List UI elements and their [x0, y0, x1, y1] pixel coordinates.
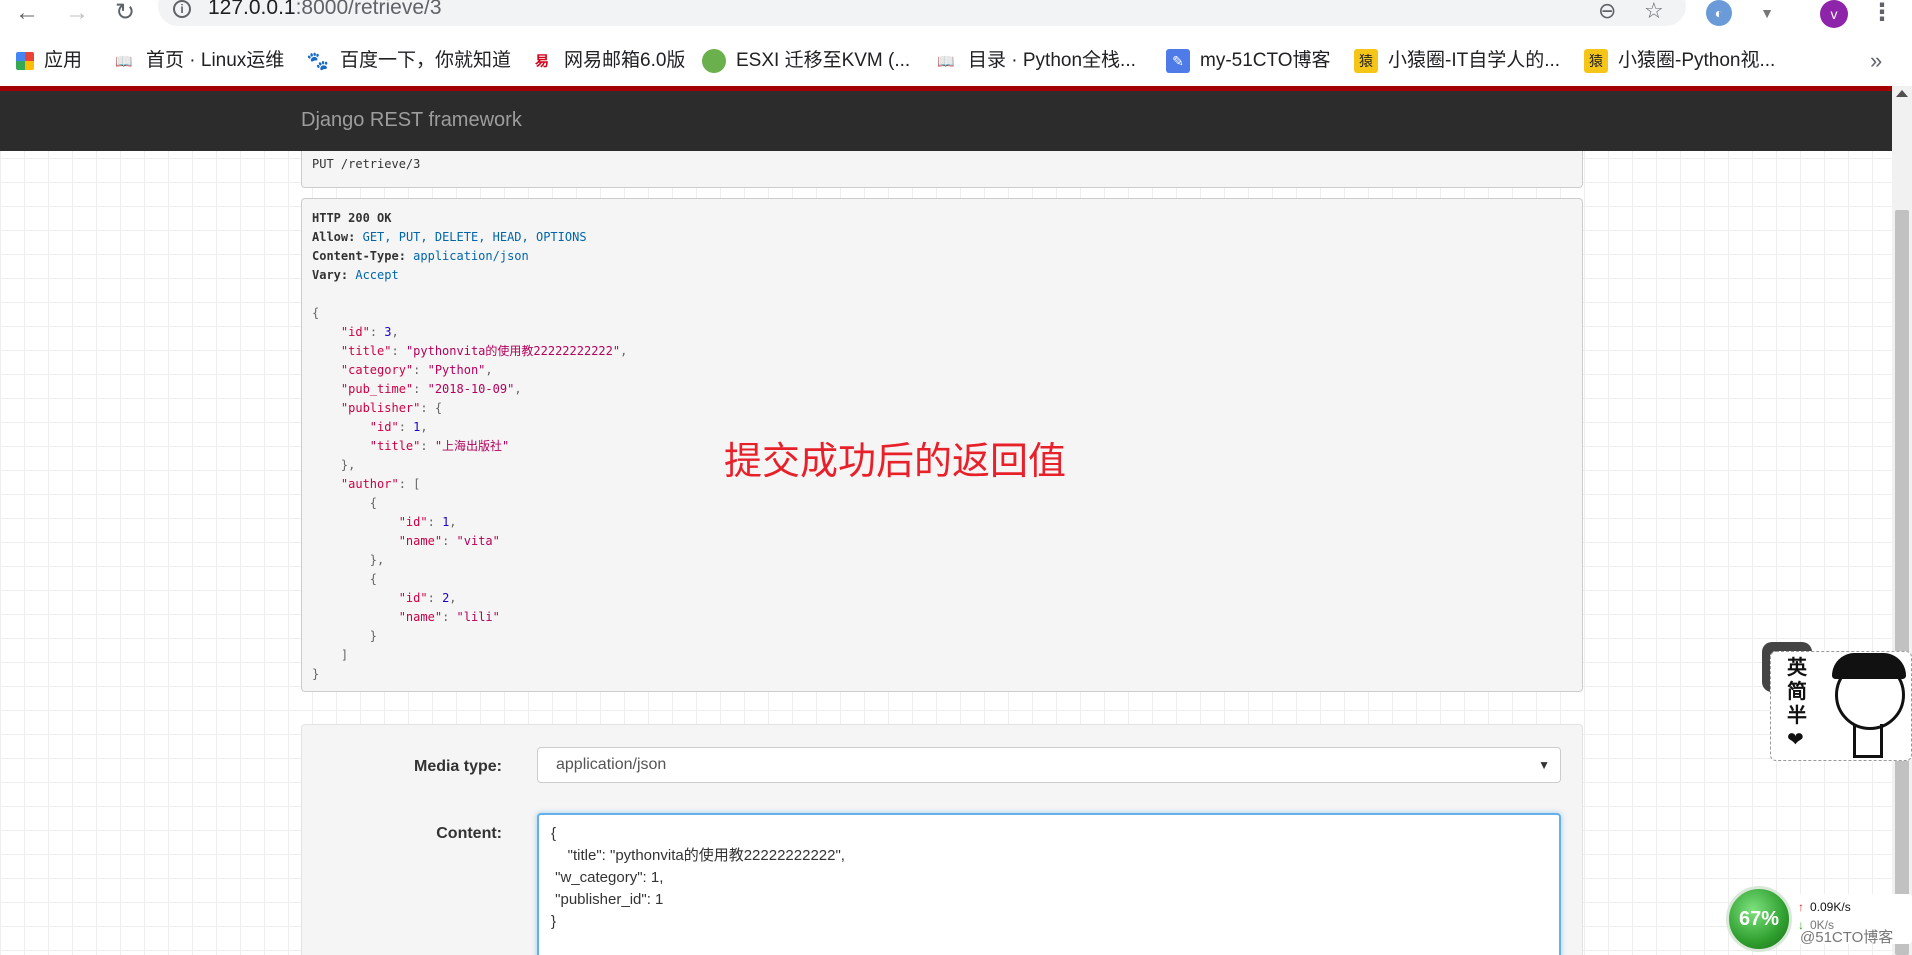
bookmark-baidu[interactable]: 🐾 百度一下，你就知道 [306, 48, 511, 74]
forward-arrow-icon[interactable]: → [62, 0, 92, 26]
upload-speed: ↑ 0.09K/s [1798, 900, 1851, 914]
bookmark-esxi[interactable]: ESXI 迁移至KVM (... [702, 48, 910, 74]
bookmark-ape-it[interactable]: 猿小猿圈-IT自学人的... [1354, 48, 1560, 74]
cartoon-face-icon [1832, 653, 1906, 730]
extension-swirl-icon[interactable]: ◐ [1706, 0, 1732, 26]
header-key: Vary: [312, 268, 349, 282]
watermark: @51CTO博客 [1800, 929, 1894, 946]
content-label: Content: [436, 825, 502, 842]
bookmark-label: my-51CTO博客 [1200, 50, 1331, 71]
bookmark-label: 百度一下，你就知道 [340, 50, 512, 71]
cartoon-body-icon [1853, 724, 1883, 758]
vue-devtools-icon[interactable]: ▼ [1754, 0, 1780, 26]
reload-icon[interactable]: ↻ [110, 0, 140, 26]
media-type-value: application/json [556, 756, 667, 773]
annotation-text: 提交成功后的返回值 [724, 441, 1067, 483]
bookmarks-bar: 应用 📖 首页 · Linux运维 🐾 百度一下，你就知道 易网易邮箱6.0版 ES… [0, 44, 1912, 80]
media-type-select[interactable]: application/json ▼ [537, 747, 1561, 783]
header-value: GET, PUT, DELETE, HEAD, OPTIONS [362, 230, 587, 244]
network-percent-ball[interactable]: 67% [1726, 886, 1792, 952]
request-info: PUT /retrieve/3 [301, 151, 1583, 188]
bookmark-label: 目录 · Python全栈... [968, 50, 1136, 71]
scroll-up-arrow-icon[interactable] [1896, 90, 1908, 97]
book-icon: 📖 [937, 52, 955, 69]
page-content: Django REST framework PUT /retrieve/3 HT… [0, 86, 1892, 955]
scroll-thumb[interactable] [1895, 210, 1909, 955]
raw-data-form: Media type: application/json ▼ Content: … [301, 724, 1583, 955]
header-value: application/json [413, 249, 529, 263]
upload-value: 0.09K/s [1810, 900, 1851, 914]
header-key: Content-Type: [312, 249, 406, 263]
frog-icon [702, 48, 726, 73]
request-line: PUT /retrieve/3 [312, 157, 421, 171]
bookmark-label: 首页 · Linux运维 [146, 50, 285, 71]
bookmarks-more-icon[interactable]: » [1870, 48, 1882, 74]
bookmark-label: 小猿圈-IT自学人的... [1388, 50, 1561, 71]
content-textarea[interactable]: { "title": "pythonvita的使用教22222222222", … [537, 813, 1561, 955]
bookmark-51cto[interactable]: ✎ my-51CTO博客 [1166, 48, 1331, 74]
response-body: HTTP 200 OK Allow: GET, PUT, DELETE, HEA… [312, 211, 628, 681]
bookmark-ape-python[interactable]: 猿小猿圈-Python视... [1584, 48, 1775, 74]
zoom-out-icon[interactable]: ⊖ [1598, 0, 1616, 22]
menu-icon[interactable]: ⋮ [1870, 0, 1894, 26]
bookmark-netease[interactable]: 易网易邮箱6.0版 [530, 48, 685, 74]
header-key: Allow: [312, 230, 356, 244]
back-arrow-icon[interactable]: ← [12, 0, 42, 26]
profile-avatar[interactable]: v [1820, 0, 1848, 28]
brand-link[interactable]: Django REST framework [301, 109, 522, 132]
bookmark-label: 应用 [44, 50, 83, 71]
bookmark-apps[interactable]: 应用 [16, 48, 82, 74]
feather-icon: ✎ [1166, 48, 1190, 73]
browser-toolbar: ← → ↻ i 127.0.0.1:8000/retrieve/3 ⊖ ☆ ◐ … [0, 0, 1912, 30]
ape-icon: 猿 [1354, 48, 1378, 73]
book-icon: 📖 [115, 52, 133, 69]
info-icon[interactable]: i [173, 0, 191, 18]
bookmark-label: ESXI 迁移至KVM (... [736, 50, 911, 71]
sticker-widget[interactable]: 英简半❤ [1770, 651, 1912, 761]
url-text[interactable]: 127.0.0.1:8000/retrieve/3 [208, 0, 442, 20]
header-value: Accept [355, 268, 399, 282]
bookmark-label: 网易邮箱6.0版 [564, 50, 686, 71]
star-icon[interactable]: ☆ [1644, 0, 1664, 22]
status-line: HTTP 200 OK [312, 211, 392, 225]
content-text: { "title": "pythonvita的使用教22222222222", … [551, 825, 845, 930]
address-bar[interactable]: i 127.0.0.1:8000/retrieve/3 ⊖ ☆ [158, 0, 1686, 26]
bookmark-linux[interactable]: 📖 首页 · Linux运维 [112, 48, 284, 74]
media-type-label: Media type: [413, 758, 502, 775]
up-arrow-icon: ↑ [1798, 900, 1804, 914]
netease-icon: 易 [535, 52, 549, 69]
chevron-down-icon: ▼ [1538, 758, 1550, 772]
apps-grid-icon [16, 51, 34, 70]
navbar: Django REST framework [0, 91, 1892, 151]
sticker-text: 英简半❤ [1787, 657, 1807, 751]
baidu-icon: 🐾 [306, 50, 330, 71]
bookmark-label: 小猿圈-Python视... [1618, 50, 1776, 71]
bookmark-python[interactable]: 📖 目录 · Python全栈... [934, 48, 1136, 74]
page-scrollbar[interactable] [1892, 86, 1912, 955]
ape-icon: 猿 [1584, 48, 1608, 73]
